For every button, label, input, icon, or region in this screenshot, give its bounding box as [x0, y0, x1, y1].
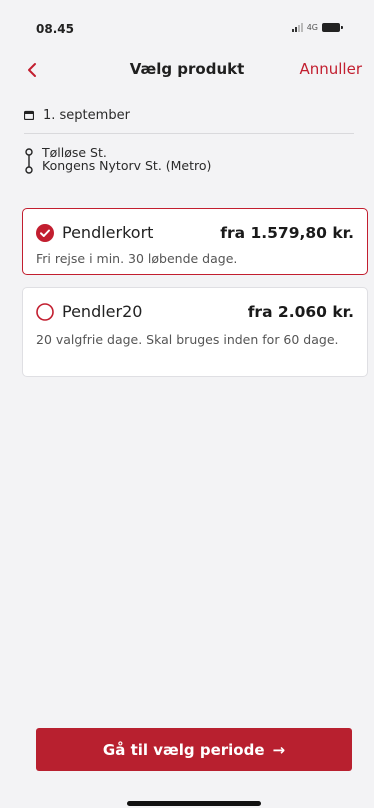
journey-date-label: 1. september	[43, 107, 130, 123]
status-indicators: 4G	[291, 23, 343, 32]
choose-period-label: Gå til vælg periode	[102, 740, 265, 759]
checked-radio-icon	[36, 223, 54, 242]
arrow-right-icon: →	[272, 740, 286, 759]
route-icon	[25, 148, 33, 174]
calendar-icon	[24, 110, 34, 120]
status-time: 08.45	[36, 22, 74, 36]
product-description: 20 valgfrie dage. Skal bruges inden for …	[36, 332, 339, 347]
product-price: fra 1.579,80 kr.	[220, 223, 354, 242]
nav-bar: Vælg produkt Annuller	[0, 56, 374, 84]
home-indicator	[127, 801, 261, 806]
product-description: Fri rejse i min. 30 løbende dage.	[36, 251, 238, 266]
radio-icon	[36, 302, 54, 321]
product-card-pendlerkort[interactable]: Pendlerkort fra 1.579,80 kr. Fri rejse i…	[22, 208, 368, 275]
journey-route[interactable]: Tølløse St. Kongens Nytorv St. (Metro)	[24, 146, 211, 174]
product-name: Pendler20	[62, 302, 143, 321]
journey-date[interactable]: 1. september	[24, 104, 130, 126]
route-to: Kongens Nytorv St. (Metro)	[42, 158, 212, 173]
divider	[24, 133, 354, 134]
product-name: Pendlerkort	[62, 223, 154, 242]
signal-icon	[291, 23, 303, 32]
product-price: fra 2.060 kr.	[247, 302, 354, 321]
status-bar: 08.45 4G	[0, 0, 374, 60]
cancel-button[interactable]: Annuller	[299, 60, 362, 78]
battery-icon	[322, 23, 343, 32]
choose-period-button[interactable]: Gå til vælg periode →	[36, 728, 352, 771]
network-label: 4G	[306, 23, 318, 32]
product-card-pendler20[interactable]: Pendler20 fra 2.060 kr. 20 valgfrie dage…	[22, 287, 368, 377]
route-stations: Tølløse St. Kongens Nytorv St. (Metro)	[42, 146, 211, 172]
